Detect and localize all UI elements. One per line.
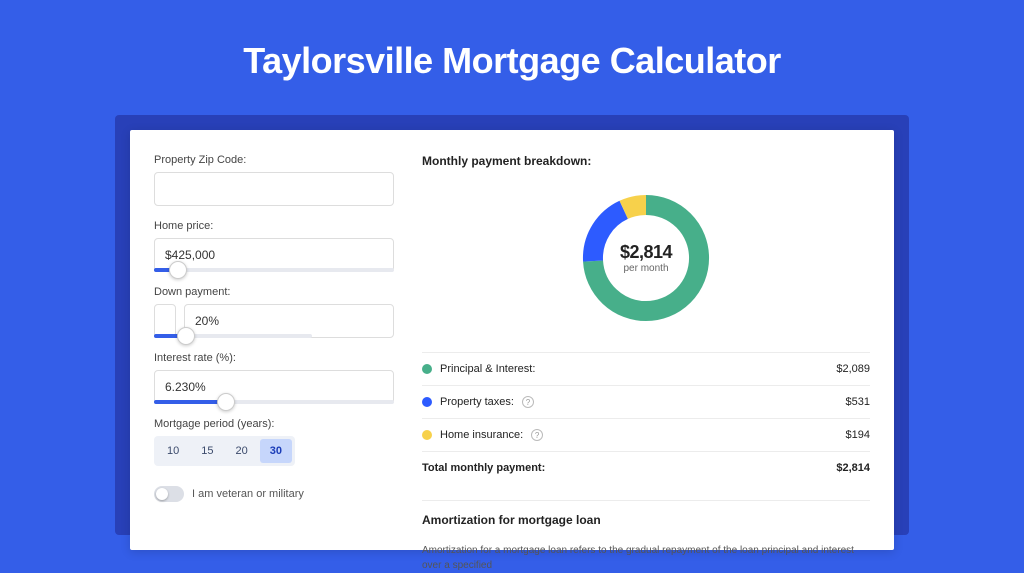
info-icon[interactable]: ?: [531, 429, 543, 441]
period-label: Mortgage period (years):: [154, 418, 394, 430]
legend-total-row: Total monthly payment: $2,814: [422, 451, 870, 484]
legend-row: Principal & Interest: $2,089: [422, 352, 870, 385]
rate-slider[interactable]: [154, 400, 394, 404]
toggle-knob-icon: [156, 488, 168, 500]
rate-field: Interest rate (%):: [154, 352, 394, 404]
breakdown-panel: Monthly payment breakdown: $2,814 per mo…: [422, 154, 870, 526]
rate-label: Interest rate (%):: [154, 352, 394, 364]
breakdown-heading: Monthly payment breakdown:: [422, 154, 870, 168]
rate-input[interactable]: [154, 370, 394, 404]
total-value: $2,814: [836, 462, 870, 474]
period-option-20[interactable]: 20: [226, 439, 258, 463]
home-price-field: Home price:: [154, 220, 394, 272]
zip-label: Property Zip Code:: [154, 154, 394, 166]
slider-thumb-icon[interactable]: [177, 327, 195, 345]
veteran-toggle[interactable]: [154, 486, 184, 502]
donut-chart: $2,814 per month: [576, 188, 716, 328]
donut-center: $2,814 per month: [576, 188, 716, 328]
legend-value: $531: [846, 396, 870, 408]
legend-row: Home insurance:? $194: [422, 418, 870, 451]
veteran-label: I am veteran or military: [192, 488, 304, 500]
legend-label: Principal & Interest:: [440, 363, 535, 375]
legend-dot-icon: [422, 430, 432, 440]
slider-thumb-icon[interactable]: [217, 393, 235, 411]
donut-amount: $2,814: [620, 242, 672, 263]
veteran-toggle-row: I am veteran or military: [154, 486, 394, 502]
home-price-label: Home price:: [154, 220, 394, 232]
down-payment-slider[interactable]: [154, 334, 394, 338]
legend-list: Principal & Interest: $2,089 Property taxe…: [422, 352, 870, 484]
calculator-card: Property Zip Code: Home price: Down paym…: [130, 130, 894, 550]
period-option-10[interactable]: 10: [157, 439, 189, 463]
zip-input[interactable]: [154, 172, 394, 206]
donut-sub: per month: [623, 263, 668, 274]
down-payment-label: Down payment:: [154, 286, 394, 298]
legend-value: $194: [846, 429, 870, 441]
info-icon[interactable]: ?: [522, 396, 534, 408]
slider-thumb-icon[interactable]: [169, 261, 187, 279]
legend-label: Property taxes:: [440, 396, 514, 408]
legend-dot-icon: [422, 397, 432, 407]
period-field: Mortgage period (years): 10152030: [154, 418, 394, 466]
down-payment-field: Down payment:: [154, 286, 394, 338]
down-payment-pct-input[interactable]: [184, 304, 394, 338]
legend-label: Home insurance:: [440, 429, 523, 441]
period-option-15[interactable]: 15: [191, 439, 223, 463]
total-label: Total monthly payment:: [422, 462, 545, 474]
amortization-heading: Amortization for mortgage loan: [422, 500, 870, 527]
home-price-slider[interactable]: [154, 268, 394, 272]
down-payment-input[interactable]: [154, 304, 176, 338]
amortization-text: Amortization for a mortgage loan refers …: [422, 543, 870, 573]
zip-field: Property Zip Code:: [154, 154, 394, 206]
period-option-30[interactable]: 30: [260, 439, 292, 463]
legend-row: Property taxes:? $531: [422, 385, 870, 418]
page-title: Taylorsville Mortgage Calculator: [0, 0, 1024, 100]
period-segmented[interactable]: 10152030: [154, 436, 295, 466]
legend-dot-icon: [422, 364, 432, 374]
legend-value: $2,089: [836, 363, 870, 375]
form-panel: Property Zip Code: Home price: Down paym…: [154, 154, 394, 526]
home-price-input[interactable]: [154, 238, 394, 272]
donut-chart-area: $2,814 per month: [422, 184, 870, 336]
